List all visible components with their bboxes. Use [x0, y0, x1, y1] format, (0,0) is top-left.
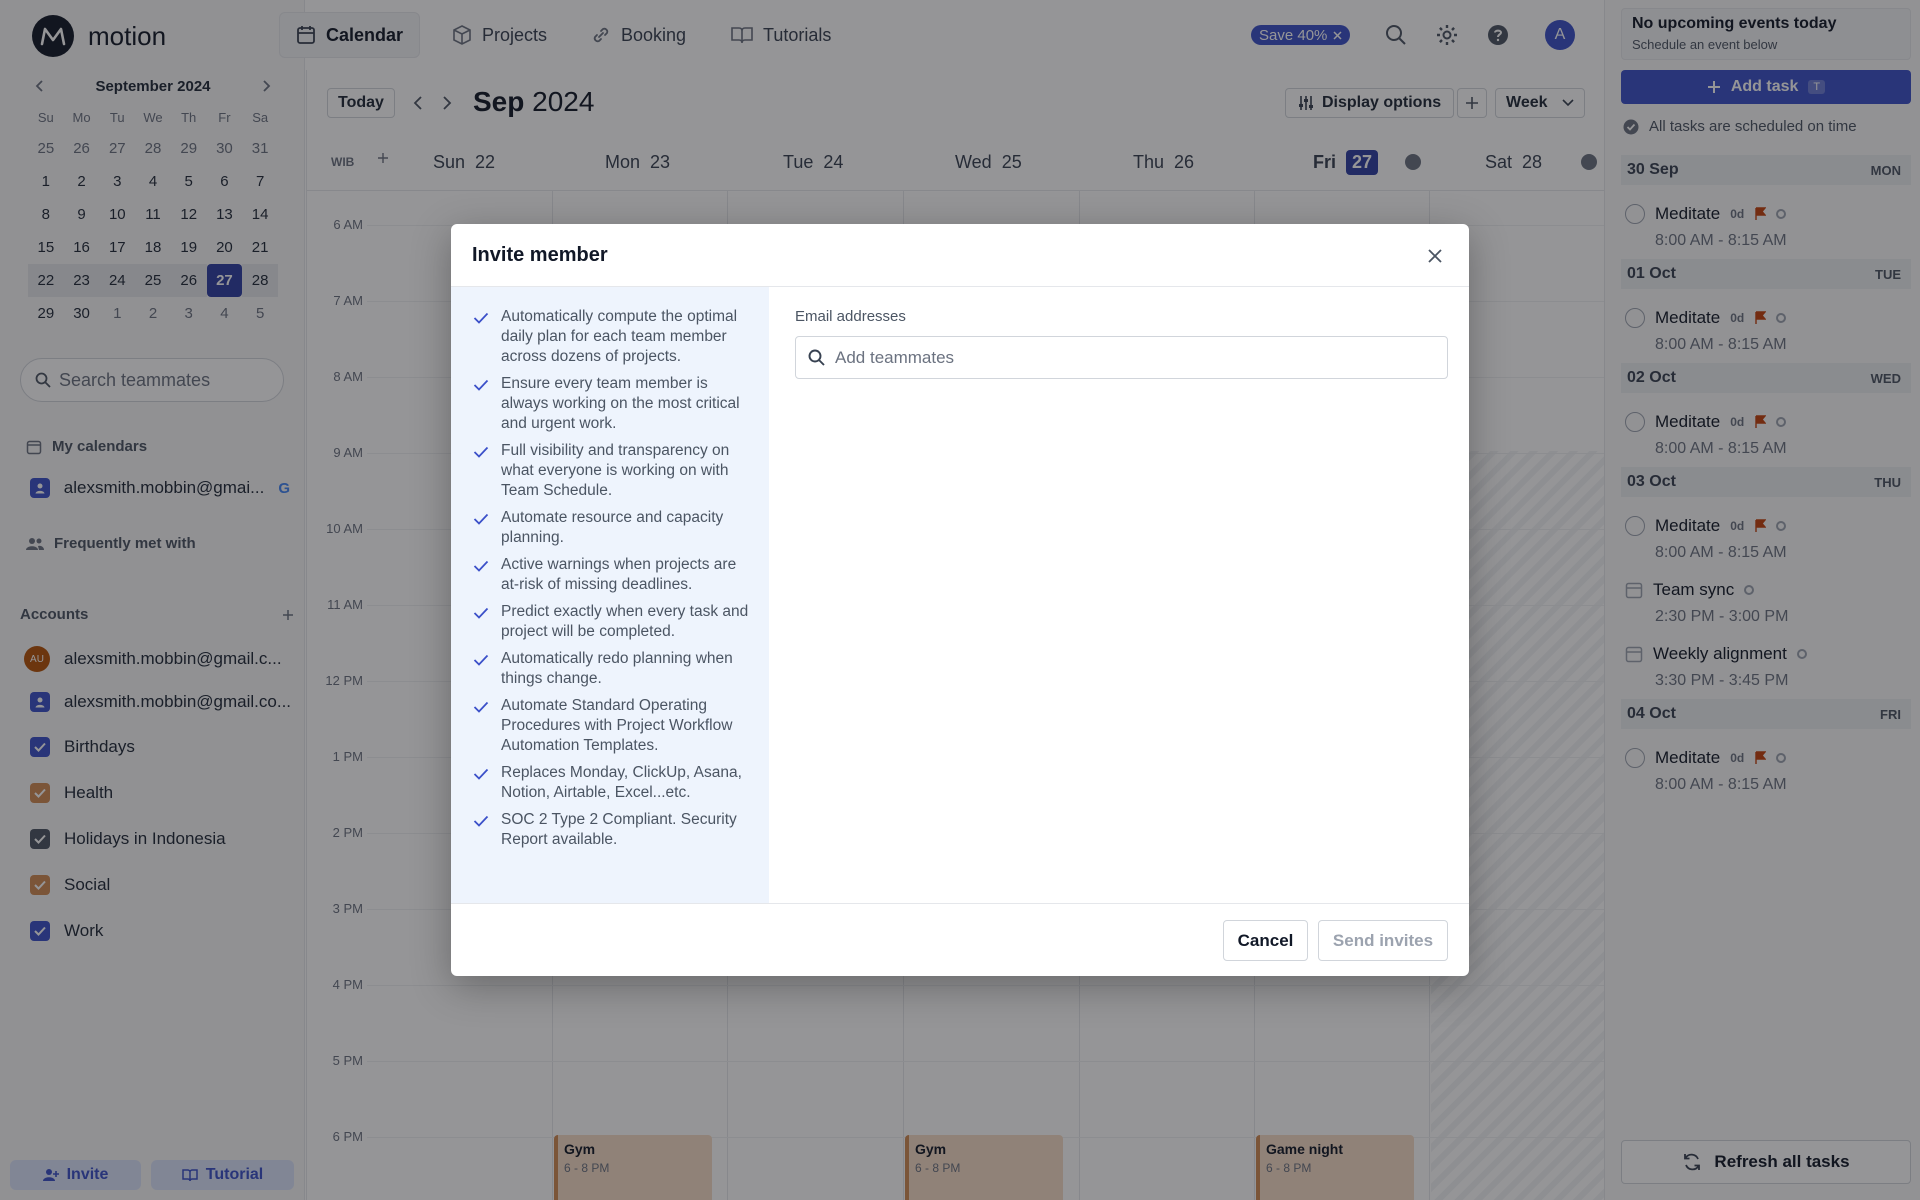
checkmark-icon — [473, 767, 489, 803]
benefit-text: Automate resource and capacity planning. — [501, 509, 724, 546]
email-input-wrapper[interactable] — [795, 336, 1448, 379]
checkmark-icon — [473, 814, 489, 850]
benefit-item: Automatically compute the optimal daily … — [473, 307, 751, 367]
search-icon — [808, 349, 825, 366]
checkmark-icon — [473, 445, 489, 501]
benefit-item: SOC 2 Type 2 Compliant. Security Report … — [473, 810, 751, 850]
benefit-text: Active warnings when projects are at-ris… — [501, 556, 737, 593]
checkmark-icon — [473, 559, 489, 595]
benefit-item: Active warnings when projects are at-ris… — [473, 555, 751, 595]
checkmark-icon — [473, 700, 489, 756]
benefit-item: Automate Standard Operating Procedures w… — [473, 696, 751, 756]
benefit-item: Predict exactly when every task and proj… — [473, 602, 751, 642]
benefit-text: Ensure every team member is always worki… — [501, 375, 740, 432]
benefit-text: Automatically compute the optimal daily … — [501, 308, 738, 365]
benefit-text: Automate Standard Operating Procedures w… — [501, 697, 733, 754]
benefit-item: Replaces Monday, ClickUp, Asana, Notion,… — [473, 763, 751, 803]
checkmark-icon — [473, 378, 489, 434]
checkmark-icon — [473, 311, 489, 367]
benefit-item: Ensure every team member is always worki… — [473, 374, 751, 434]
dialog-title: Invite member — [472, 243, 608, 266]
benefit-text: Predict exactly when every task and proj… — [501, 603, 749, 640]
benefit-item: Automate resource and capacity planning. — [473, 508, 751, 548]
checkmark-icon — [473, 512, 489, 548]
dialog-header: Invite member — [451, 224, 1469, 287]
benefit-text: Replaces Monday, ClickUp, Asana, Notion,… — [501, 764, 742, 801]
dialog-footer: Cancel Send invites — [451, 903, 1469, 976]
benefit-item: Automatically redo planning when things … — [473, 649, 751, 689]
cancel-button[interactable]: Cancel — [1223, 920, 1308, 961]
checkmark-icon — [473, 606, 489, 642]
benefit-text: SOC 2 Type 2 Compliant. Security Report … — [501, 811, 737, 848]
benefit-text: Full visibility and transparency on what… — [501, 442, 730, 499]
benefit-item: Full visibility and transparency on what… — [473, 441, 751, 501]
close-icon[interactable] — [1425, 246, 1445, 266]
send-invites-button[interactable]: Send invites — [1318, 920, 1448, 961]
benefits-list: Automatically compute the optimal daily … — [451, 287, 769, 903]
email-addresses-label: Email addresses — [795, 308, 906, 325]
benefit-text: Automatically redo planning when things … — [501, 650, 733, 687]
email-addresses-input[interactable] — [835, 347, 1435, 368]
checkmark-icon — [473, 653, 489, 689]
invite-member-dialog: Invite member Automatically compute the … — [451, 224, 1469, 976]
